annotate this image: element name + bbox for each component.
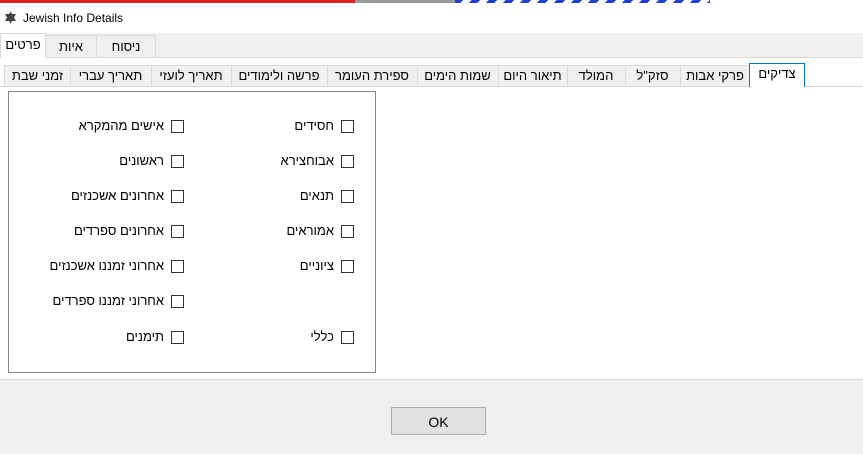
checkbox-box[interactable] xyxy=(341,190,354,203)
checkbox-box[interactable] xyxy=(171,120,184,133)
checkbox-label: אישים מהמקרא xyxy=(78,118,164,133)
tab-pirkei-avot[interactable]: פרקי אבות xyxy=(679,65,751,86)
checkbox-box[interactable] xyxy=(171,225,184,238)
checkbox-label: אחרוני זמננו ספרדים xyxy=(52,293,164,308)
checkbox-label: חסידים xyxy=(294,118,334,133)
checkbox-label: כללי xyxy=(310,329,334,344)
checkbox-label: אמוראים xyxy=(286,223,334,238)
checkbox-box[interactable] xyxy=(341,155,354,168)
tab-day-description[interactable]: תיאור היום xyxy=(497,65,568,86)
checkbox-general[interactable]: כללי xyxy=(209,329,354,347)
title-bar[interactable]: Jewish Info Details xyxy=(0,3,863,33)
tzadikim-groupbox: חסידים אבוחצירא תנאים אמוראים ציוניים כל… xyxy=(8,91,376,373)
checkbox-label: אחרונים ספרדים xyxy=(73,223,164,238)
tab-gregorian-date[interactable]: תאריך לועזי xyxy=(150,65,232,86)
checkbox-label: אחרוני זמננו אשכנזים xyxy=(49,258,164,273)
tab-omer-count[interactable]: ספירת העומר xyxy=(326,65,418,86)
checkbox-label: אחרונים אשכנזים xyxy=(70,188,164,203)
checkbox-abuhatzeira[interactable]: אבוחצירא xyxy=(209,153,354,171)
tab-spelling[interactable]: איות xyxy=(44,35,98,57)
checkbox-box[interactable] xyxy=(341,225,354,238)
checkbox-box[interactable] xyxy=(171,155,184,168)
checkbox-box[interactable] xyxy=(341,331,354,344)
outer-tab-strip: פרטים איות ניסוח xyxy=(0,33,863,58)
checkbox-box[interactable] xyxy=(341,260,354,273)
checkbox-box[interactable] xyxy=(171,190,184,203)
tab-parasha-studies[interactable]: פרשה ולימודים xyxy=(230,65,328,86)
checkbox-label: תנאים xyxy=(299,188,334,203)
tab-phrasing[interactable]: ניסוח xyxy=(96,35,156,57)
tab-day-names[interactable]: שמות הימים xyxy=(416,65,499,86)
checkbox-rishonim[interactable]: ראשונים xyxy=(19,153,184,171)
checkbox-contemporary-sefardim[interactable]: אחרוני זמננו ספרדים xyxy=(19,293,184,311)
checkbox-acharonim-sefardim[interactable]: אחרונים ספרדים xyxy=(19,223,184,241)
checkbox-chasidim[interactable]: חסידים xyxy=(209,118,354,136)
window-title: Jewish Info Details xyxy=(23,11,124,25)
tab-details[interactable]: פרטים xyxy=(0,33,46,58)
checkbox-amoraim[interactable]: אמוראים xyxy=(209,223,354,241)
tab-molad[interactable]: המולד xyxy=(566,65,626,86)
checkbox-label: ציוניים xyxy=(299,258,334,273)
checkbox-tannaim[interactable]: תנאים xyxy=(209,188,354,206)
checkbox-box[interactable] xyxy=(341,120,354,133)
checkbox-box[interactable] xyxy=(171,331,184,344)
checkbox-box[interactable] xyxy=(171,260,184,273)
checkbox-label: תימנים xyxy=(125,329,164,344)
checkbox-yemenites[interactable]: תימנים xyxy=(19,329,184,347)
ok-button[interactable]: OK xyxy=(391,407,486,435)
tab-tzadikim[interactable]: צדיקים xyxy=(749,63,805,87)
tab-szkl[interactable]: סזק"ל xyxy=(624,65,681,86)
checkbox-acharonim-ashkenazim[interactable]: אחרונים אשכנזים xyxy=(19,188,184,206)
checkbox-contemporary-ashkenazim[interactable]: אחרוני זמננו אשכנזים xyxy=(19,258,184,276)
checkbox-zionists[interactable]: ציוניים xyxy=(209,258,354,276)
checkbox-label: אבוחצירא xyxy=(280,153,334,168)
checkbox-biblical-figures[interactable]: אישים מהמקרא xyxy=(19,118,184,136)
tab-hebrew-date[interactable]: תאריך עברי xyxy=(69,65,152,86)
star-of-david-icon xyxy=(5,11,16,24)
checkbox-label: ראשונים xyxy=(119,153,164,168)
tab-shabbat-times[interactable]: זמני שבת xyxy=(4,65,71,86)
inner-tab-strip: צדיקים פרקי אבות סזק"ל המולד תיאור היום … xyxy=(0,63,863,87)
checkbox-box[interactable] xyxy=(171,295,184,308)
